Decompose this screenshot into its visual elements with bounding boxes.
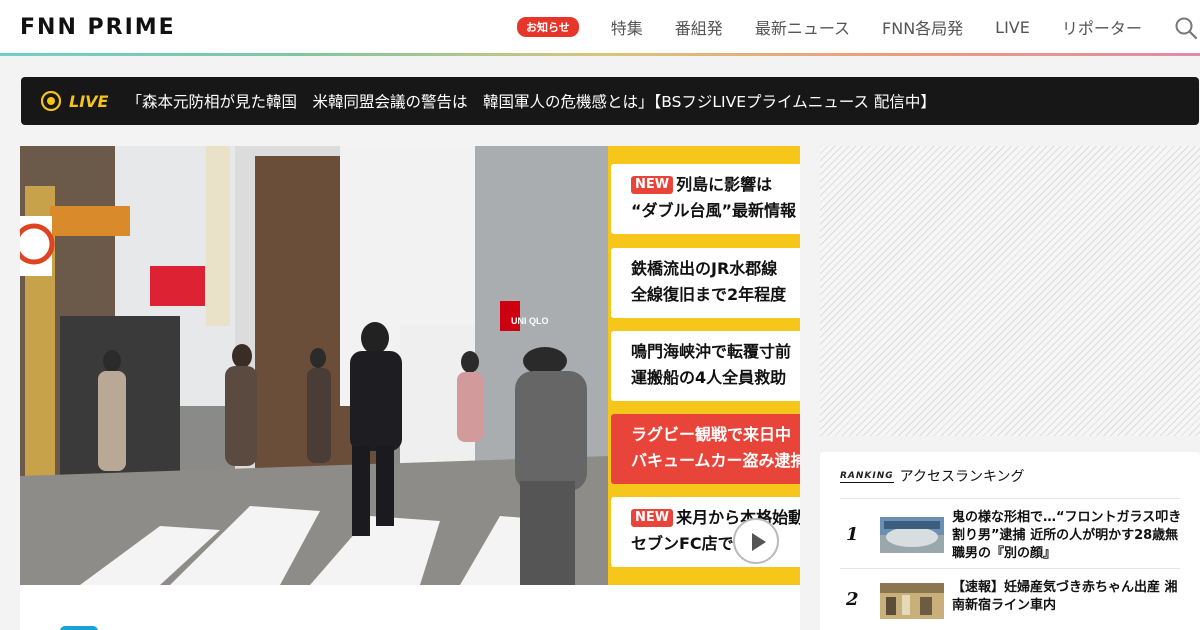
new-tag: NEW xyxy=(631,509,674,527)
live-eye-icon xyxy=(41,91,61,111)
access-ranking: RANKING アクセスランキング 1 鬼の様な形相で…“フロントガラス叩き割り… xyxy=(820,452,1200,630)
article-card xyxy=(20,585,800,630)
nav-item-latest-news[interactable]: 最新ニュース xyxy=(755,15,850,39)
street-scene-image: UNI QLO xyxy=(20,146,608,585)
hero-video[interactable]: UNI QLO NEW 列島に影響は “ダブル台風”最新情報 鉄橋流出のJR水郡線… xyxy=(20,146,800,585)
ranking-item[interactable]: 2 【速報】妊婦産気づき赤ちゃん出産 湘南新宿ライン車内 xyxy=(840,568,1180,628)
live-label: LIVE xyxy=(69,91,109,111)
headline-line: 運搬船の4人全員救助 xyxy=(631,368,787,387)
ranking-item[interactable]: 1 鬼の様な形相で…“フロントガラス叩き割り男”逮捕 近所の人が明かす28歳無職… xyxy=(840,498,1181,566)
nav-item-fnn-stations[interactable]: FNN各局発 xyxy=(882,15,963,39)
ranking-item-title[interactable]: 鬼の様な形相で…“フロントガラス叩き割り男”逮捕 近所の人が明かす28歳無職男の… xyxy=(952,509,1184,563)
ranking-title: アクセスランキング xyxy=(899,469,1025,485)
live-ticker[interactable]: LIVE 「森本元防相が見た韓国 米韓同盟会議の警告は 韓国軍人の危機感とは」【… xyxy=(21,77,1199,125)
ranking-item-title[interactable]: 【速報】妊婦産気づき赤ちゃん出産 湘南新宿ライン車内 xyxy=(952,579,1184,615)
headline-card-3[interactable]: 鳴門海峡沖で転覆寸前 運搬船の4人全員救助 xyxy=(611,331,800,401)
site-logo[interactable]: FNN PRIME xyxy=(20,15,176,40)
nav-item-features[interactable]: 特集 xyxy=(611,15,643,39)
search-icon[interactable] xyxy=(1175,17,1197,39)
headline-line: 列島に影響は xyxy=(676,175,773,194)
headline-line: バキュームカー盗み逮捕 xyxy=(631,451,800,470)
headline-panel: NEW 列島に影響は “ダブル台風”最新情報 鉄橋流出のJR水郡線 全線復旧まで2… xyxy=(608,146,800,585)
headline-line: 鉄橋流出のJR水郡線 xyxy=(631,259,778,278)
ranking-thumbnail xyxy=(880,583,944,619)
uniqlo-sign: UNI QLO xyxy=(511,316,549,326)
headline-line: 鳴門海峡沖で転覆寸前 xyxy=(631,342,792,361)
ranking-thumbnail xyxy=(880,517,944,553)
ranking-tag: RANKING xyxy=(840,470,894,483)
main-nav: お知らせ 特集 番組発 最新ニュース FNN各局発 LIVE リポーター xyxy=(517,0,1174,54)
headline-line: 全線復旧まで2年程度 xyxy=(631,285,787,304)
headline-line: “ダブル台風”最新情報 xyxy=(631,201,797,220)
rank-number: 1 xyxy=(846,524,859,545)
headline-line: 来月から本格始動 xyxy=(676,508,800,527)
nav-item-reporters[interactable]: リポーター xyxy=(1062,15,1142,39)
ranking-header: RANKING アクセスランキング xyxy=(840,466,1025,486)
play-button[interactable] xyxy=(733,518,779,564)
headline-card-1[interactable]: NEW 列島に影響は “ダブル台風”最新情報 xyxy=(611,164,800,234)
play-icon xyxy=(752,533,766,551)
ad-placeholder xyxy=(820,146,1200,436)
live-headline[interactable]: 「森本元防相が見た韓国 米韓同盟会議の警告は 韓国軍人の危機感とは」【BSフジL… xyxy=(126,90,935,112)
header-gradient-line xyxy=(0,53,1200,56)
category-chip xyxy=(60,626,98,630)
site-header: FNN PRIME お知らせ 特集 番組発 最新ニュース FNN各局発 LIVE… xyxy=(0,0,1200,54)
headline-card-2[interactable]: 鉄橋流出のJR水郡線 全線復旧まで2年程度 xyxy=(611,248,800,318)
notice-badge[interactable]: お知らせ xyxy=(517,17,579,37)
headline-line: ラグビー観戦で来日中 xyxy=(631,425,792,444)
headline-card-4[interactable]: ラグビー観戦で来日中 バキュームカー盗み逮捕 xyxy=(611,414,800,484)
new-tag: NEW xyxy=(631,176,674,194)
rank-number: 2 xyxy=(846,589,859,610)
nav-item-programs[interactable]: 番組発 xyxy=(675,15,723,39)
nav-item-live[interactable]: LIVE xyxy=(995,18,1030,37)
